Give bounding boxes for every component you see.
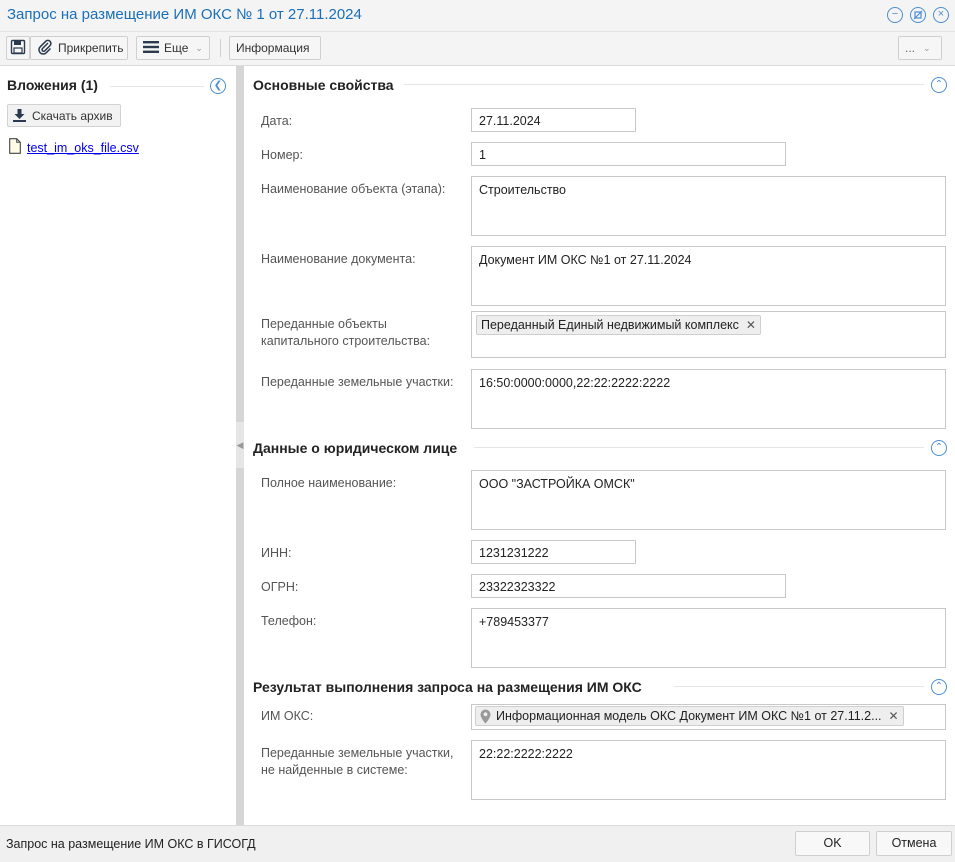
file-icon bbox=[9, 138, 21, 157]
not-found-plots-field[interactable]: 22:22:2222:2222 bbox=[471, 740, 946, 800]
info-label: Информация bbox=[236, 41, 310, 55]
download-label: Скачать архив bbox=[32, 108, 113, 123]
save-button[interactable] bbox=[6, 36, 30, 60]
inn-label: ИНН: bbox=[261, 546, 292, 560]
window-title: Запрос на размещение ИМ ОКС № 1 от 27.11… bbox=[7, 6, 362, 23]
window-titlebar: Запрос на размещение ИМ ОКС № 1 от 27.11… bbox=[0, 0, 955, 32]
save-icon bbox=[10, 39, 26, 58]
more-label: Еще bbox=[164, 41, 189, 55]
ok-button[interactable]: OK bbox=[795, 831, 870, 856]
more-menu-button[interactable]: Еще ⌄ bbox=[136, 36, 210, 60]
capital-objects-label-line2: капитального строительства: bbox=[261, 334, 431, 348]
attach-label: Прикрепить bbox=[58, 41, 124, 55]
pin-icon[interactable] bbox=[910, 7, 926, 23]
number-label: Номер: bbox=[261, 148, 303, 162]
overflow-label: ... bbox=[905, 41, 916, 55]
im-oks-field[interactable]: Информационная модель ОКС Документ ИМ ОК… bbox=[471, 704, 946, 730]
capital-objects-label: Переданные объекты капитального строител… bbox=[261, 316, 430, 350]
im-oks-label: ИМ ОКС: bbox=[261, 709, 314, 723]
divider bbox=[474, 447, 924, 448]
status-text: Запрос на размещение ИМ ОКС в ГИСОГД bbox=[6, 837, 256, 851]
im-oks-tag: Информационная модель ОКС Документ ИМ ОК… bbox=[475, 706, 904, 726]
download-icon bbox=[13, 109, 26, 122]
overflow-menu-button[interactable]: ... ⌄ bbox=[898, 36, 942, 60]
collapse-up-icon[interactable]: ⌃ bbox=[931, 77, 947, 93]
close-icon[interactable]: × bbox=[933, 7, 949, 23]
divider bbox=[674, 686, 924, 687]
inn-field[interactable]: 1231231222 bbox=[471, 540, 636, 564]
phone-label: Телефон: bbox=[261, 614, 317, 628]
not-found-plots-label-line1: Переданные земельные участки, bbox=[261, 746, 454, 760]
collapse-left-icon[interactable]: ❮ bbox=[210, 78, 226, 94]
phone-field[interactable]: +789453377 bbox=[471, 608, 946, 668]
panel-splitter[interactable]: ◀ bbox=[236, 66, 244, 825]
collapse-up-icon[interactable]: ⌃ bbox=[931, 440, 947, 456]
not-found-plots-label-line2: не найденные в системе: bbox=[261, 763, 408, 777]
splitter-grip-icon[interactable]: ◀ bbox=[236, 422, 244, 468]
capital-objects-field[interactable]: Переданный Единый недвижимый комплекс ✕ bbox=[471, 311, 946, 358]
form-main: Основные свойства ⌃ Дата: 27.11.2024 Ном… bbox=[244, 66, 955, 825]
object-name-field[interactable]: Строительство bbox=[471, 176, 946, 236]
date-label: Дата: bbox=[261, 114, 293, 128]
attachment-item: test_im_oks_file.csv bbox=[9, 138, 139, 157]
capital-objects-label-line1: Переданные объекты bbox=[261, 317, 387, 331]
section-title-legal-entity: Данные о юридическом лице bbox=[253, 440, 466, 456]
document-name-label: Наименование документа: bbox=[261, 252, 416, 266]
cancel-button[interactable]: Отмена bbox=[876, 831, 952, 856]
attachments-panel: Вложения (1) ❮ Скачать архив test_im_oks… bbox=[0, 66, 236, 825]
ogrn-field[interactable]: 23322323322 bbox=[471, 574, 786, 598]
capital-object-tag-label: Переданный Единый недвижимый комплекс bbox=[481, 317, 739, 332]
info-button[interactable]: Информация bbox=[229, 36, 321, 60]
divider bbox=[110, 86, 204, 87]
collapse-up-icon[interactable]: ⌃ bbox=[931, 679, 947, 695]
land-plots-label: Переданные земельные участки: bbox=[261, 375, 454, 389]
full-name-field[interactable]: ООО "ЗАСТРОЙКА ОМСК" bbox=[471, 470, 946, 530]
remove-tag-icon[interactable]: ✕ bbox=[746, 318, 756, 333]
attachments-title: Вложения (1) bbox=[7, 77, 98, 93]
chevron-down-icon: ⌄ bbox=[195, 42, 203, 53]
paperclip-icon bbox=[37, 39, 53, 58]
map-pin-icon bbox=[480, 709, 491, 724]
full-name-label: Полное наименование: bbox=[261, 476, 397, 490]
section-title-result: Результат выполнения запроса на размещен… bbox=[253, 679, 650, 695]
section-title-main-properties: Основные свойства bbox=[253, 77, 402, 93]
number-field[interactable]: 1 bbox=[471, 142, 786, 166]
document-name-field[interactable]: Документ ИМ ОКС №1 от 27.11.2024 bbox=[471, 246, 946, 306]
land-plots-field[interactable]: 16:50:0000:0000,22:22:2222:2222 bbox=[471, 369, 946, 429]
ogrn-label: ОГРН: bbox=[261, 580, 299, 594]
footer-bar: Запрос на размещение ИМ ОКС в ГИСОГД OK … bbox=[0, 825, 955, 862]
divider bbox=[404, 84, 924, 85]
toolbar: Прикрепить Еще ⌄ Информация ... ⌄ bbox=[0, 32, 955, 66]
remove-tag-icon[interactable]: ✕ bbox=[889, 709, 899, 724]
object-name-label: Наименование объекта (этапа): bbox=[261, 182, 446, 196]
im-oks-tag-label: Информационная модель ОКС Документ ИМ ОК… bbox=[496, 708, 882, 723]
chevron-down-icon: ⌄ bbox=[923, 42, 931, 53]
hamburger-icon bbox=[143, 40, 159, 57]
attach-button[interactable]: Прикрепить bbox=[30, 36, 128, 60]
capital-object-tag: Переданный Единый недвижимый комплекс ✕ bbox=[476, 315, 761, 335]
toolbar-divider bbox=[220, 39, 221, 57]
attachment-file-link[interactable]: test_im_oks_file.csv bbox=[27, 141, 139, 155]
date-field[interactable]: 27.11.2024 bbox=[471, 108, 636, 132]
download-archive-button[interactable]: Скачать архив bbox=[7, 104, 121, 127]
minimize-icon[interactable]: − bbox=[887, 7, 903, 23]
not-found-plots-label: Переданные земельные участки, не найденн… bbox=[261, 745, 453, 779]
